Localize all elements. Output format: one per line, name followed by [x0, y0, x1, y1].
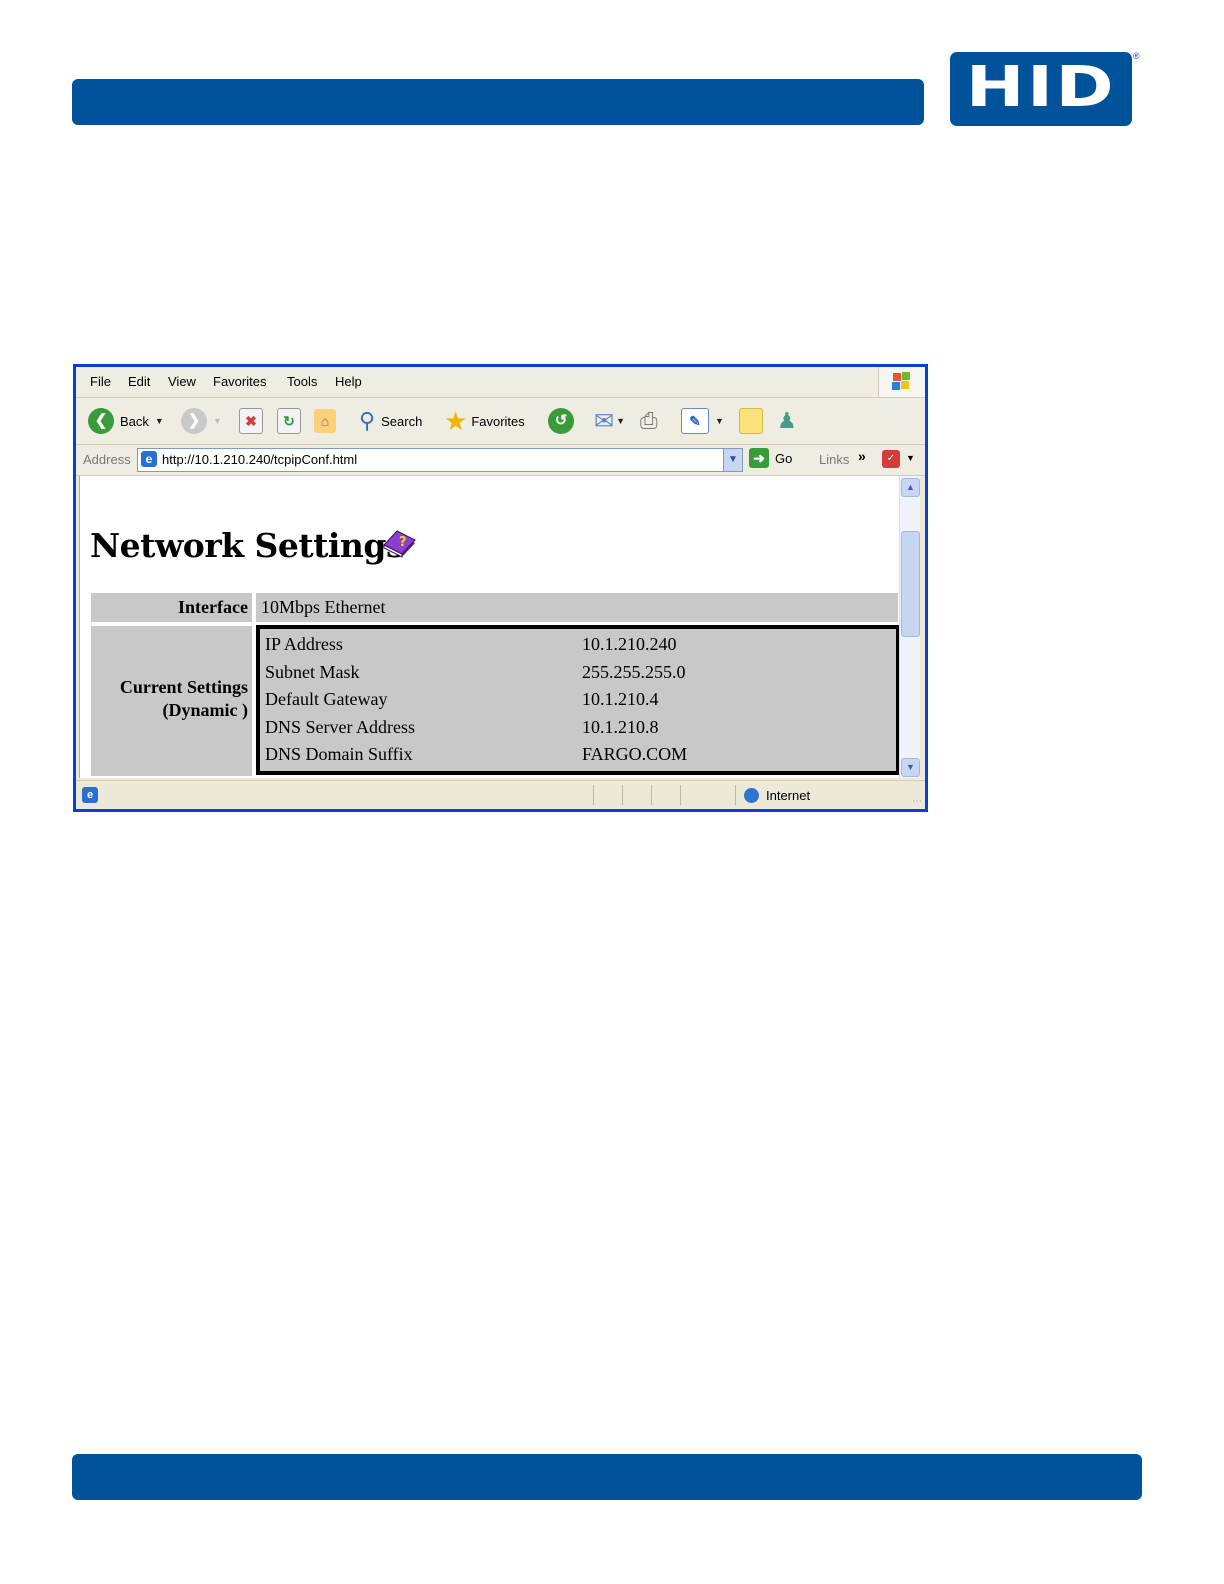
printer-icon: ⎙: [640, 408, 658, 433]
ie-page-icon: e: [141, 451, 157, 467]
setting-name: IP Address: [265, 634, 343, 654]
registered-mark: ®: [1133, 51, 1140, 61]
forward-button[interactable]: ❯ ▼: [181, 406, 222, 436]
page-status-icon: e: [82, 787, 98, 803]
footer-bar: [72, 1454, 1142, 1500]
vertical-scrollbar[interactable]: ▲ ▼: [899, 476, 920, 778]
home-button[interactable]: ⌂: [314, 406, 336, 436]
address-bar: Address e http://10.1.210.240/tcpipConf.…: [76, 445, 925, 476]
globe-icon: [744, 788, 759, 803]
current-settings-label: Current Settings: [119, 677, 248, 697]
refresh-button[interactable]: ↻: [277, 406, 301, 436]
forward-arrow-icon: ❯: [181, 408, 207, 434]
history-button[interactable]: ↺: [548, 406, 574, 436]
setting-value: 10.1.210.8: [582, 717, 659, 737]
setting-name: DNS Domain Suffix: [265, 744, 413, 764]
home-icon: ⌂: [314, 409, 336, 433]
address-url[interactable]: http://10.1.210.240/tcpipConf.html: [162, 452, 357, 467]
refresh-icon: ↻: [277, 408, 301, 434]
go-arrow-icon: ➜: [749, 448, 769, 468]
status-divider: [622, 785, 623, 805]
chevron-down-icon[interactable]: ▼: [155, 416, 164, 426]
status-divider: [680, 785, 681, 805]
menu-file[interactable]: File: [90, 374, 111, 389]
menu-edit[interactable]: Edit: [128, 374, 150, 389]
interface-label-cell: Interface: [91, 593, 252, 622]
status-divider: [651, 785, 652, 805]
chevron-down-icon: ▼: [213, 416, 222, 426]
search-button[interactable]: ⚲ Search: [359, 406, 422, 436]
chevron-down-icon[interactable]: ▼: [906, 453, 915, 463]
page-content: Network Settings ? Interface 10Mbps Ethe…: [79, 476, 900, 778]
search-label: Search: [381, 413, 423, 429]
setting-value: 10.1.210.4: [582, 689, 659, 709]
back-button[interactable]: ❮ Back ▼: [88, 406, 164, 436]
menu-bar: File Edit View Favorites Tools Help: [76, 367, 925, 398]
svg-text:?: ?: [399, 535, 407, 550]
chevron-right-double-icon[interactable]: »: [858, 448, 866, 464]
dynamic-label: (Dynamic ): [162, 700, 248, 720]
setting-name: Subnet Mask: [265, 662, 360, 682]
logo-text: HID: [965, 55, 1117, 120]
menu-view[interactable]: View: [168, 374, 196, 389]
favorites-button[interactable]: ★ Favorites: [444, 406, 525, 436]
address-label: Address: [83, 452, 131, 467]
back-arrow-icon: ❮: [88, 408, 114, 434]
discuss-button[interactable]: [739, 406, 763, 436]
toolbar: ❮ Back ▼ ❯ ▼ ✖ ↻ ⌂ ⚲ Search ★ Favorites …: [76, 398, 925, 445]
page-title: Network Settings: [90, 526, 405, 565]
edit-button[interactable]: ✎ ▼: [681, 406, 724, 436]
back-label: Back: [120, 413, 149, 429]
note-icon: [739, 408, 763, 434]
hid-logo: HID: [950, 52, 1132, 126]
status-divider: [735, 785, 736, 805]
pdf-icon[interactable]: ✓: [882, 450, 900, 468]
go-label: Go: [775, 450, 793, 466]
browser-window: File Edit View Favorites Tools Help ❮ Ba…: [73, 364, 928, 812]
menu-favorites[interactable]: Favorites: [213, 374, 266, 389]
go-button[interactable]: ➜ Go: [749, 448, 792, 468]
edit-page-icon: ✎: [681, 408, 709, 434]
history-icon: ↺: [548, 408, 574, 434]
windows-logo-icon: [878, 367, 925, 397]
stop-icon: ✖: [239, 408, 263, 434]
interface-label: Interface: [178, 597, 248, 617]
resize-grip-icon[interactable]: ⋯: [912, 796, 922, 807]
setting-value: FARGO.COM: [582, 744, 688, 764]
chevron-down-icon[interactable]: ▼: [715, 416, 724, 426]
scrollbar-thumb[interactable]: [901, 531, 920, 637]
mail-button[interactable]: ✉ ▼: [594, 406, 625, 436]
mail-icon: ✉: [594, 407, 615, 435]
chevron-down-icon[interactable]: ▼: [723, 449, 742, 471]
current-settings-table: IP Address 10.1.210.240 Subnet Mask 255.…: [256, 625, 900, 775]
setting-name: DNS Server Address: [265, 717, 415, 737]
setting-value: 10.1.210.240: [582, 634, 677, 654]
status-bar: e Internet ⋯: [76, 780, 925, 809]
star-icon: ★: [444, 405, 468, 436]
links-label[interactable]: Links: [819, 452, 849, 467]
setting-value: 255.255.255.0: [582, 662, 686, 682]
stop-button[interactable]: ✖: [239, 406, 263, 436]
interface-value-cell: 10Mbps Ethernet: [256, 593, 898, 622]
current-settings-label-cell: Current Settings (Dynamic ): [91, 626, 252, 776]
menu-tools[interactable]: Tools: [287, 374, 317, 389]
messenger-button[interactable]: ♟: [777, 406, 797, 436]
scroll-up-icon[interactable]: ▲: [901, 478, 920, 497]
status-divider: [593, 785, 594, 805]
interface-value: 10Mbps Ethernet: [261, 597, 386, 617]
security-zone: Internet: [766, 788, 811, 803]
print-button[interactable]: ⎙: [640, 406, 658, 436]
setting-name: Default Gateway: [265, 689, 388, 709]
messenger-icon: ♟: [777, 408, 797, 433]
search-icon: ⚲: [359, 408, 376, 433]
menu-help[interactable]: Help: [335, 374, 362, 389]
favorites-label: Favorites: [471, 413, 525, 429]
scroll-down-icon[interactable]: ▼: [901, 758, 920, 777]
chevron-down-icon[interactable]: ▼: [616, 416, 625, 426]
header-bar: [72, 79, 924, 125]
address-input[interactable]: e http://10.1.210.240/tcpipConf.html ▼: [137, 448, 743, 472]
help-book-icon[interactable]: ?: [382, 526, 416, 560]
